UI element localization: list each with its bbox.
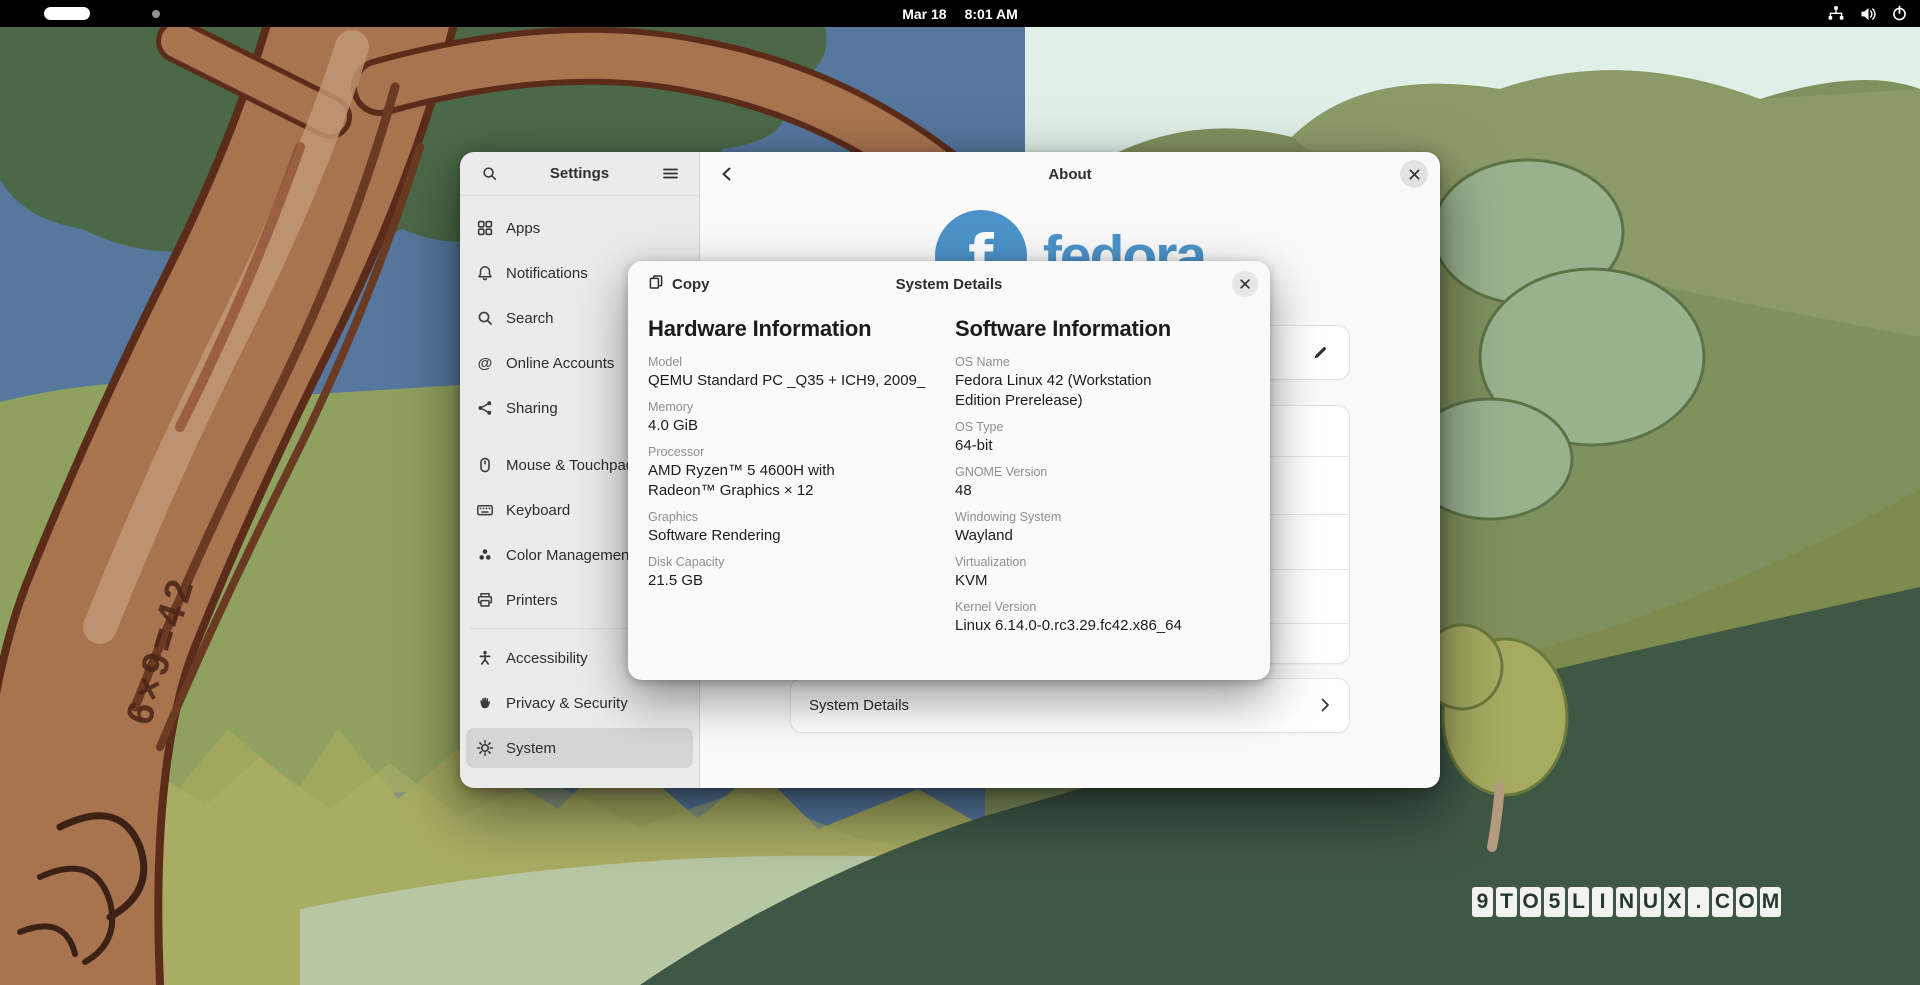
dialog-close-button[interactable] bbox=[1232, 271, 1258, 297]
sidebar-item-label: Mouse & Touchpad bbox=[506, 456, 635, 474]
dialog-title: System Details bbox=[895, 275, 1003, 293]
edit-pencil-icon[interactable] bbox=[1311, 344, 1329, 367]
system-details-row[interactable]: System Details bbox=[790, 678, 1350, 733]
sidebar-item-label: Accessibility bbox=[506, 649, 588, 667]
about-headerbar: About bbox=[700, 152, 1440, 196]
mouse-icon bbox=[476, 456, 494, 474]
watermark-tile: O bbox=[1736, 887, 1757, 917]
sw-field-gnome-version: GNOME Version 48 bbox=[955, 464, 1048, 499]
watermark: 9TO5LINUX.COM bbox=[1472, 887, 1781, 917]
sidebar-item-apps[interactable]: Apps bbox=[466, 208, 693, 248]
sidebar-item-label: Notifications bbox=[506, 264, 588, 282]
printer-icon bbox=[476, 591, 494, 609]
sw-field-virtualization: Virtualization KVM bbox=[955, 554, 1027, 589]
sw-field-windowing-system: Windowing System Wayland bbox=[955, 509, 1062, 544]
watermark-tile: O bbox=[1520, 887, 1541, 917]
search-button[interactable] bbox=[474, 159, 504, 189]
watermark-tile: U bbox=[1640, 887, 1661, 917]
sidebar-item-label: Sharing bbox=[506, 399, 558, 417]
clock-time: 8:01 AM bbox=[964, 5, 1018, 22]
about-title: About bbox=[1048, 165, 1092, 183]
watermark-tile: N bbox=[1616, 887, 1637, 917]
watermark-tile: L bbox=[1568, 887, 1589, 917]
watermark-tile: T bbox=[1496, 887, 1517, 917]
hw-field-processor: Processor AMD Ryzen™ 5 4600H with Radeon… bbox=[648, 444, 835, 499]
sw-field-os-name: OS Name Fedora Linux 42 (Workstation Edi… bbox=[955, 355, 1152, 409]
hw-field-memory: Memory 4.0 GiB bbox=[648, 399, 699, 434]
hardware-heading: Hardware Information bbox=[648, 316, 872, 341]
watermark-tile: . bbox=[1688, 887, 1709, 917]
sidebar-item-privacy-security[interactable]: Privacy & Security bbox=[466, 683, 693, 723]
at-sign-icon: @ bbox=[477, 354, 493, 372]
gear-icon bbox=[476, 739, 494, 757]
network-wired-icon bbox=[1826, 5, 1846, 22]
sidebar-item-label: System bbox=[506, 739, 557, 757]
volume-icon bbox=[1859, 6, 1878, 22]
accessibility-person-icon bbox=[476, 649, 494, 667]
workspace-dot bbox=[152, 10, 160, 18]
sidebar-item-label: Printers bbox=[506, 591, 558, 609]
sidebar-item-label: Keyboard bbox=[506, 501, 571, 519]
software-information-section: Software Information OS Name Fedora Linu… bbox=[955, 316, 1255, 645]
activities-pill[interactable] bbox=[44, 7, 90, 20]
apps-grid-icon bbox=[476, 219, 494, 237]
sw-field-kernel-version: Kernel Version Linux 6.14.0-0.rc3.29.fc4… bbox=[955, 599, 1182, 634]
window-close-button[interactable] bbox=[1400, 160, 1428, 188]
clock-date: Mar 18 bbox=[902, 5, 947, 22]
watermark-tile: X bbox=[1664, 887, 1685, 917]
system-details-dialog: Copy System Details Hardware Information… bbox=[628, 261, 1270, 680]
watermark-tile: M bbox=[1760, 887, 1781, 917]
main-menu-button[interactable] bbox=[655, 159, 685, 189]
bell-icon bbox=[476, 264, 494, 282]
watermark-tile: C bbox=[1712, 887, 1733, 917]
sidebar-item-label: Apps bbox=[506, 219, 541, 237]
sidebar-item-label: Search bbox=[506, 309, 554, 327]
sidebar-item-label: Privacy & Security bbox=[506, 694, 628, 712]
share-nodes-icon bbox=[476, 399, 494, 417]
hardware-information-section: Hardware Information Model QEMU Standard… bbox=[648, 316, 948, 600]
hand-icon bbox=[476, 694, 494, 712]
sidebar-item-system[interactable]: System bbox=[466, 728, 693, 768]
top-bar: Mar 18 8:01 AM bbox=[0, 0, 1920, 27]
chevron-right-icon bbox=[1317, 697, 1333, 718]
keyboard-icon bbox=[476, 501, 494, 519]
power-icon bbox=[1891, 5, 1908, 22]
software-heading: Software Information bbox=[955, 316, 1172, 341]
hw-field-model: Model QEMU Standard PC _Q35 + ICH9, 2009… bbox=[648, 355, 926, 389]
magnifier-icon bbox=[476, 309, 494, 327]
color-circles-icon bbox=[476, 546, 494, 564]
watermark-tile: 5 bbox=[1544, 887, 1565, 917]
hw-field-disk-capacity: Disk Capacity 21.5 GB bbox=[648, 554, 725, 589]
hw-field-graphics: Graphics Software Rendering bbox=[648, 509, 781, 544]
clock-button[interactable]: Mar 18 8:01 AM bbox=[902, 0, 1018, 27]
settings-title: Settings bbox=[549, 165, 610, 182]
sidebar-item-label: Online Accounts bbox=[506, 354, 615, 372]
system-details-row-label: System Details bbox=[809, 697, 910, 714]
sidebar-item-label: Color Management bbox=[506, 546, 634, 564]
system-status-area[interactable] bbox=[1826, 0, 1908, 27]
sw-field-os-type: OS Type 64-bit bbox=[955, 419, 1004, 454]
watermark-tile: 9 bbox=[1472, 887, 1493, 917]
watermark-tile: I bbox=[1592, 887, 1613, 917]
dialog-headerbar: Copy System Details bbox=[628, 261, 1270, 307]
